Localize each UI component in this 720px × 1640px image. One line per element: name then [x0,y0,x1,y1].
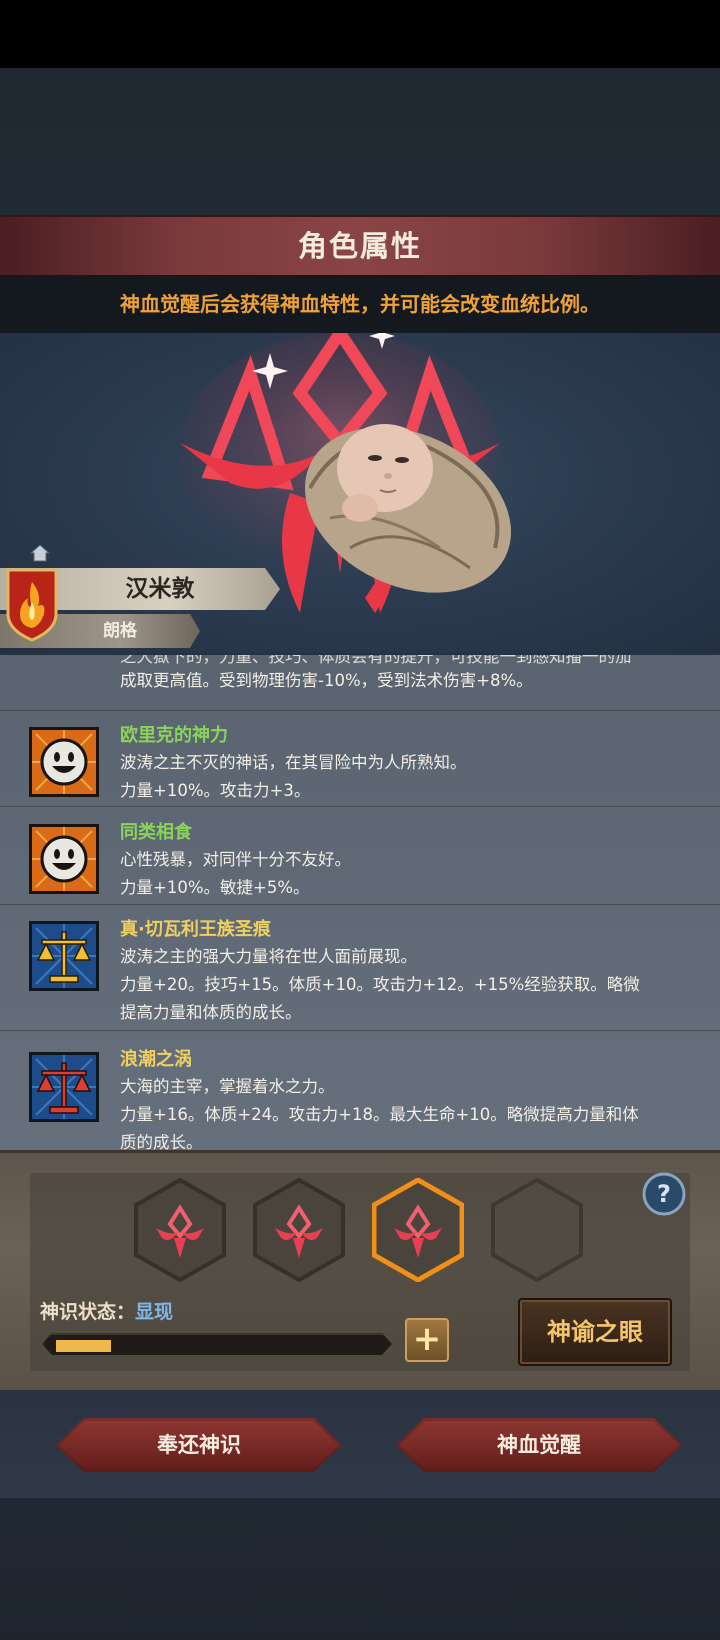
fire-shield-icon [6,568,58,642]
gold-scales-icon [29,921,99,991]
trait-description: 波涛之主的强大力量将在世人面前展现。 [120,947,417,966]
page-title: 角色属性 [297,229,422,263]
divine-status-label: 神识状态： [40,1301,136,1323]
divine-slot-filled[interactable] [253,1178,345,1282]
character-name: 汉米敦 [125,576,195,602]
smiley-face-icon [29,727,99,797]
trait-partial-line-1: 之大獄下的，力量、技巧、体质会有的提升，可技能一到感知播一的加 [120,655,632,666]
help-icon[interactable]: ? [642,1172,686,1216]
divine-progress-fill [56,1340,111,1352]
divine-slot-empty[interactable] [491,1178,583,1282]
trait-name: 真·切瓦利王族圣痕 [120,919,271,940]
trait-effect: 力量+20。技巧+15。体质+10。攻击力+12。+15%经验获取。略微 [120,975,640,994]
return-divine-label: 奉还神识 [157,1433,241,1457]
divine-status-value: 显现 [135,1301,174,1323]
trait-description: 心性残暴，对同伴十分不友好。 [120,850,351,869]
trait-effect-cont: 质的成长。 [120,1133,203,1150]
awaken-label: 神血觉醒 [497,1433,581,1457]
smiley-face-icon [29,824,99,894]
trait-description: 大海的主宰，掌握着水之力。 [120,1077,335,1096]
character-title: 朗格 [103,621,137,641]
trait-name: 欧里克的神力 [120,725,228,746]
list-item[interactable]: 同类相食 心性残暴，对同伴十分不友好。 力量+10%。敏捷+5%。 [0,806,720,905]
trait-description: 波涛之主不灭的神话，在其冒险中为人所熟知。 [120,753,467,772]
swaddled-baby-portrait [304,424,512,593]
add-divine-button[interactable]: + [405,1318,449,1362]
divine-slot-filled[interactable] [134,1178,226,1282]
subtitle-bar: 神血觉醒后会获得神血特性，并可能会改变血统比例。 [0,275,720,333]
trait-partial-line-2: 成取更高值。受到物理伤害-10%，受到法术伤害+8%。 [120,671,533,690]
traits-list[interactable]: 之大獄下的，力量、技巧、体质会有的提升，可技能一到感知播一的加 成取更高值。受到… [0,655,720,1150]
return-divine-button[interactable]: 奉还神识 [56,1418,342,1472]
oracle-eye-button[interactable]: 神谕之眼 [518,1298,672,1366]
divine-slot-selected[interactable] [372,1178,464,1282]
trait-name: 同类相食 [120,822,192,843]
home-icon[interactable] [30,544,50,562]
awaken-button[interactable]: 神血觉醒 [396,1418,682,1472]
list-item[interactable]: 欧里克的神力 波涛之主不灭的神话，在其冒险中为人所熟知。 力量+10%。攻击力+… [0,710,720,807]
trait-effect: 力量+10%。敏捷+5%。 [120,878,310,897]
page-subtitle: 神血觉醒后会获得神血特性，并可能会改变血统比例。 [120,292,600,316]
trait-partial: 之大獄下的，力量、技巧、体质会有的提升，可技能一到感知播一的加 成取更高值。受到… [120,655,700,695]
divine-status: 神识状态：显现 [40,1297,173,1324]
list-item[interactable]: 浪潮之涡 大海的主宰，掌握着水之力。 力量+16。体质+24。攻击力+18。最大… [0,1030,720,1150]
help-label: ? [657,1180,671,1208]
status-bar [0,0,720,68]
red-scales-icon [29,1052,99,1122]
trait-effect: 力量+16。体质+24。攻击力+18。最大生命+10。略微提高力量和体 [120,1105,639,1124]
title-bar: 角色属性 [0,215,720,277]
trait-effect: 力量+10%。攻击力+3。 [120,781,311,800]
list-item[interactable]: 真·切瓦利王族圣痕 波涛之主的强大力量将在世人面前展现。 力量+20。技巧+15… [0,904,720,1031]
trait-effect-cont: 提高力量和体质的成长。 [120,1003,302,1022]
trait-name: 浪潮之涡 [120,1049,192,1070]
